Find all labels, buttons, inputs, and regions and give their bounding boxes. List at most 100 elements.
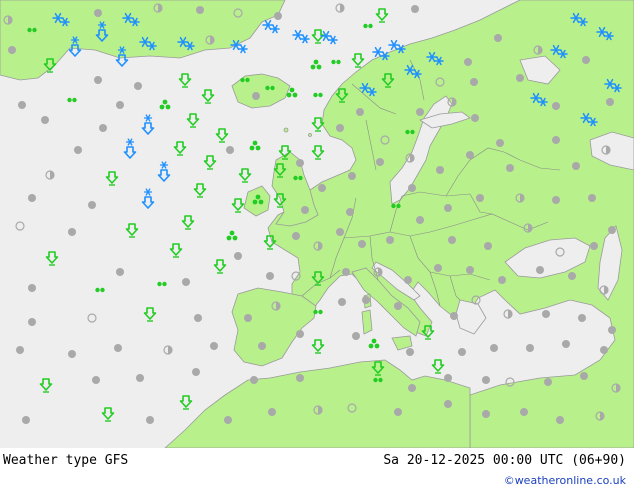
cloud-dot-icon	[376, 158, 384, 166]
cloud-dot-icon	[600, 346, 608, 354]
cloud-dot-icon	[94, 76, 102, 84]
cloud-dot-icon	[296, 374, 304, 382]
weather-map[interactable]	[0, 0, 634, 448]
cloud-dot-icon	[274, 12, 282, 20]
cloud-dot-icon	[608, 326, 616, 334]
cloud-dot-icon	[608, 226, 616, 234]
cloud-dot-icon	[18, 101, 26, 109]
cloud-dot-icon	[568, 272, 576, 280]
cloud-dot-icon	[572, 162, 580, 170]
cloud-dot-icon	[252, 92, 260, 100]
cloud-dot-icon	[476, 194, 484, 202]
cloud-dot-icon	[114, 344, 122, 352]
cloud-dot-icon	[28, 194, 36, 202]
cloud-dot-icon	[92, 376, 100, 384]
cloud-dot-icon	[318, 184, 326, 192]
cloud-dot-icon	[182, 278, 190, 286]
cloud-dot-icon	[516, 74, 524, 82]
cloud-dot-icon	[458, 348, 466, 356]
cloud-dot-icon	[8, 46, 16, 54]
cloud-dot-icon	[394, 408, 402, 416]
cloud-dot-icon	[490, 344, 498, 352]
cloud-dot-icon	[444, 400, 452, 408]
cloud-dot-icon	[336, 228, 344, 236]
map-canvas	[0, 0, 634, 448]
cloud-dot-icon	[582, 56, 590, 64]
cloud-dot-icon	[338, 298, 346, 306]
cloud-dot-icon	[552, 102, 560, 110]
cloud-dot-icon	[482, 410, 490, 418]
cloud-dot-icon	[301, 206, 309, 214]
cloud-dot-icon	[394, 302, 402, 310]
cloud-dot-icon	[192, 368, 200, 376]
cloud-dot-icon	[588, 194, 596, 202]
cloud-dot-icon	[296, 159, 304, 167]
cloud-dot-icon	[544, 378, 552, 386]
cloud-dot-icon	[562, 340, 570, 348]
cloud-dot-icon	[358, 240, 366, 248]
cloud-dot-icon	[416, 216, 424, 224]
cloud-dot-icon	[41, 116, 49, 124]
cloud-dot-icon	[408, 384, 416, 392]
cloud-dot-icon	[506, 164, 514, 172]
map-product-label: Weather type GFS	[3, 453, 129, 468]
cloud-dot-icon	[496, 139, 504, 147]
cloud-dot-icon	[250, 376, 258, 384]
cloud-dot-icon	[116, 101, 124, 109]
cloud-dot-icon	[348, 172, 356, 180]
cloud-dot-icon	[226, 146, 234, 154]
map-valid-time: Sa 20-12-2025 00:00 UTC (06+90)	[383, 453, 626, 468]
land-sardinia	[361, 309, 373, 335]
cloud-dot-icon	[224, 416, 232, 424]
cloud-dot-icon	[520, 408, 528, 416]
cloud-dot-icon	[606, 98, 614, 106]
cloud-dot-icon	[444, 374, 452, 382]
cloud-dot-icon	[28, 318, 36, 326]
map-footer: Weather type GFS Sa 20-12-2025 00:00 UTC…	[0, 448, 634, 490]
cloud-dot-icon	[408, 184, 416, 192]
cloud-dot-icon	[542, 310, 550, 318]
cloud-dot-icon	[448, 236, 456, 244]
cloud-dot-icon	[450, 312, 458, 320]
cloud-dot-icon	[471, 114, 479, 122]
cloud-dot-icon	[210, 342, 218, 350]
cloud-dot-icon	[470, 78, 478, 86]
cloud-dot-icon	[244, 314, 252, 322]
cloud-dot-icon	[346, 208, 354, 216]
cloud-dot-icon	[296, 330, 304, 338]
cloud-dot-icon	[194, 314, 202, 322]
cloud-dot-icon	[266, 272, 274, 280]
cloud-dot-icon	[68, 350, 76, 358]
cloud-dot-icon	[552, 136, 560, 144]
cloud-dot-icon	[580, 372, 588, 380]
cloud-dot-icon	[336, 124, 344, 132]
cloud-dot-icon	[134, 82, 142, 90]
cloud-dot-icon	[552, 196, 560, 204]
cloud-dot-icon	[146, 416, 154, 424]
cloud-dot-icon	[342, 268, 350, 276]
cloud-dot-icon	[494, 34, 502, 42]
cloud-dot-icon	[556, 416, 564, 424]
cloud-dot-icon	[536, 266, 544, 274]
credit-link[interactable]: ©weatheronline.co.uk	[504, 474, 626, 487]
cloud-dot-icon	[88, 201, 96, 209]
cloud-dot-icon	[436, 166, 444, 174]
cloud-dot-icon	[16, 346, 24, 354]
cloud-dot-icon	[28, 284, 36, 292]
cloud-dot-icon	[578, 314, 586, 322]
cloud-dot-icon	[466, 151, 474, 159]
cloud-dot-icon	[498, 276, 506, 284]
cloud-dot-icon	[74, 146, 82, 154]
cloud-dot-icon	[352, 332, 360, 340]
cloud-dot-icon	[268, 408, 276, 416]
cloud-dot-icon	[444, 204, 452, 212]
cloud-dot-icon	[404, 276, 412, 284]
cloud-dot-icon	[484, 242, 492, 250]
cloud-dot-icon	[356, 108, 364, 116]
cloud-dot-icon	[464, 58, 472, 66]
cloud-dot-icon	[22, 416, 30, 424]
cloud-dot-icon	[116, 268, 124, 276]
cloud-dot-icon	[234, 252, 242, 260]
cloud-dot-icon	[362, 296, 370, 304]
cloud-dot-icon	[416, 108, 424, 116]
